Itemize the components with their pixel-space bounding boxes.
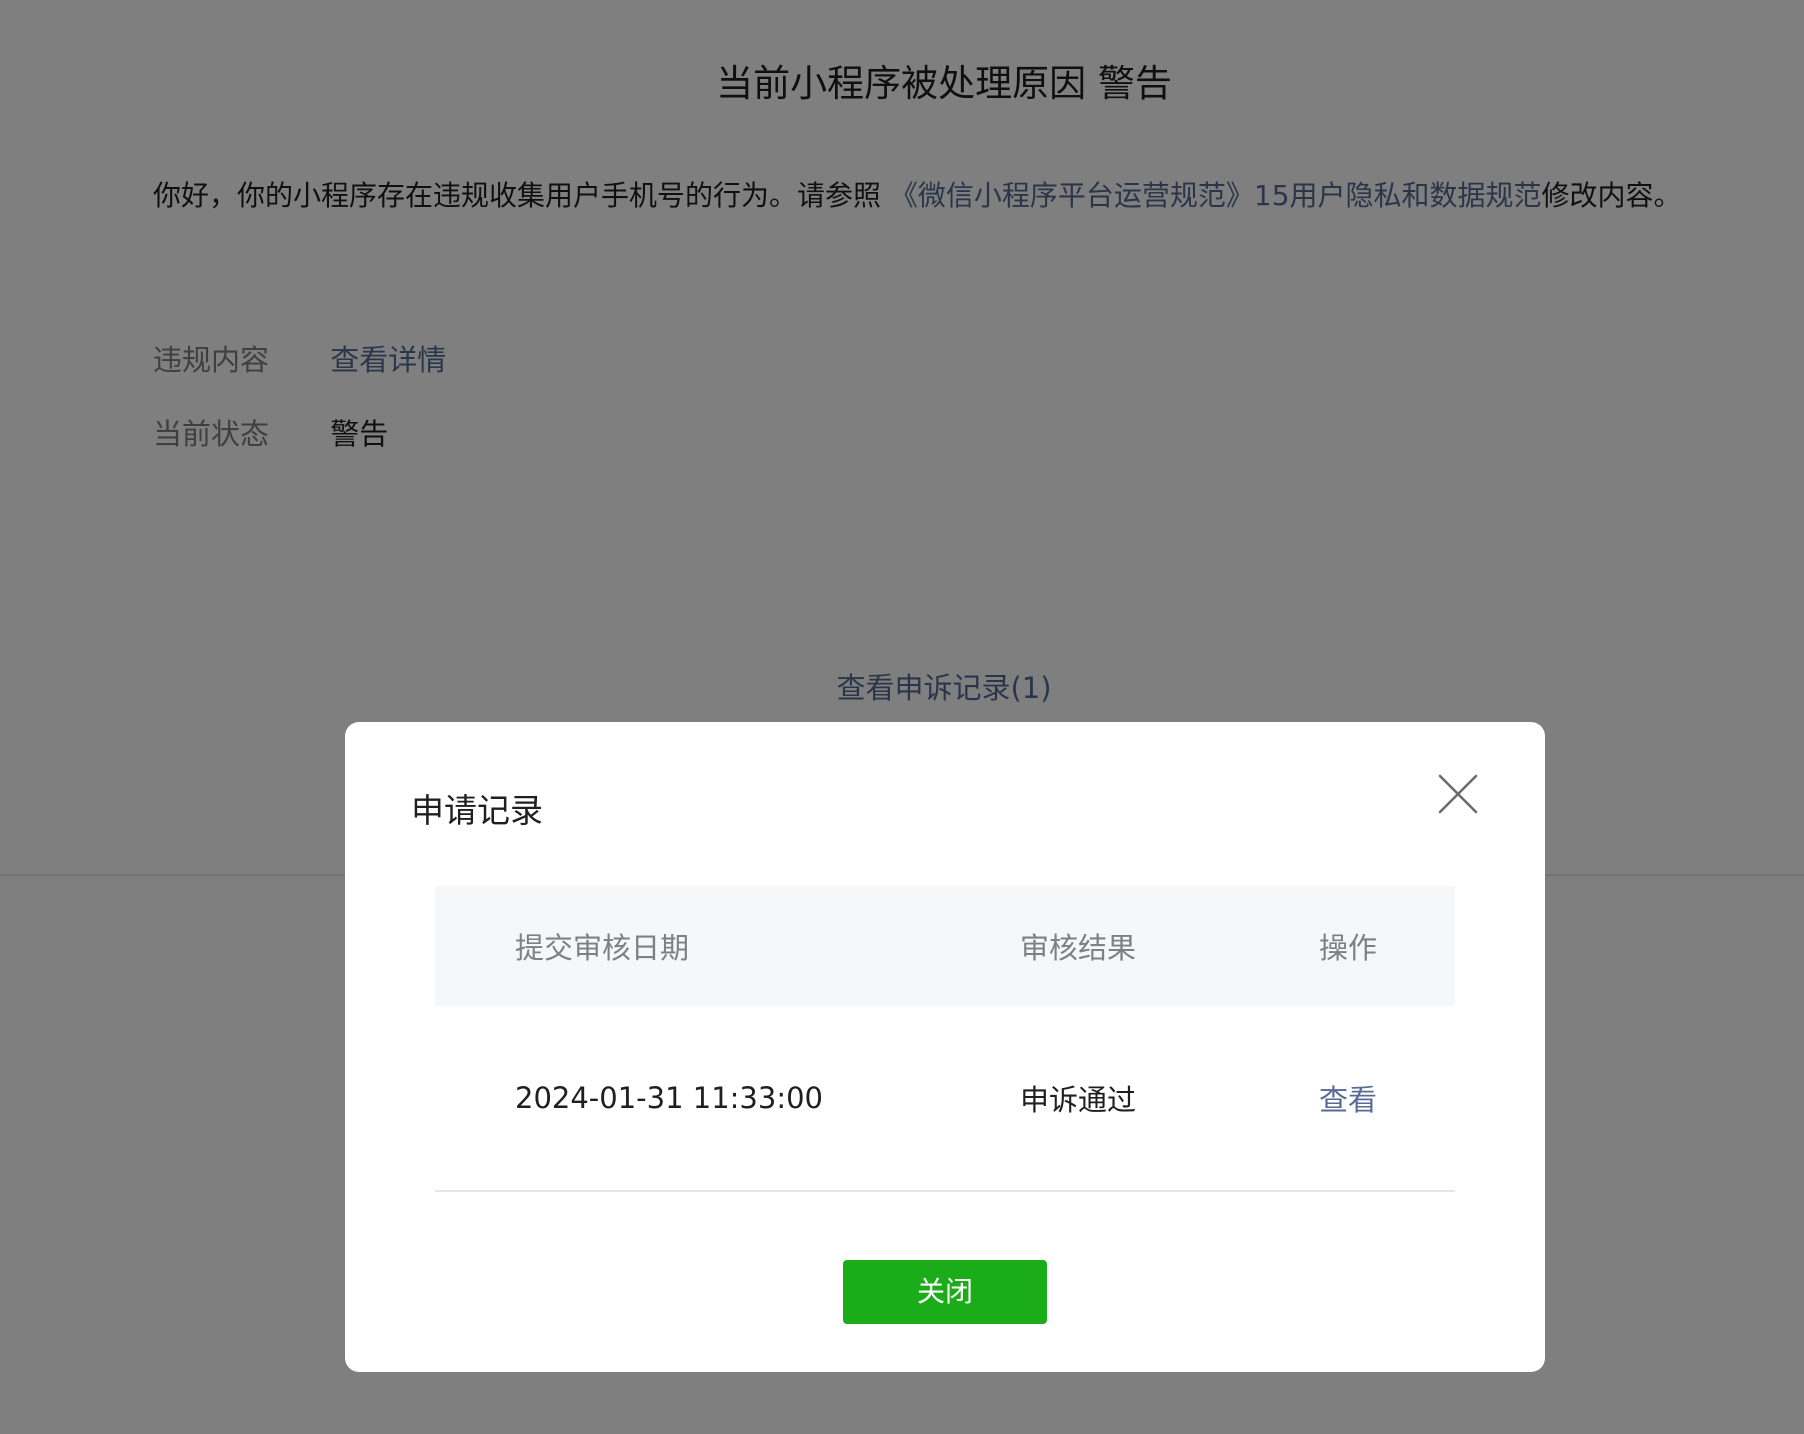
close-icon[interactable] bbox=[1438, 774, 1478, 814]
row-submit-date: 2024-01-31 11:33:00 bbox=[515, 1081, 823, 1115]
table-header: 提交审核日期 审核结果 操作 bbox=[435, 886, 1455, 1006]
table-row: 2024-01-31 11:33:00 申诉通过 查看 bbox=[435, 1006, 1455, 1192]
records-table: 提交审核日期 审核结果 操作 2024-01-31 11:33:00 申诉通过 … bbox=[435, 886, 1455, 1192]
header-submit-date: 提交审核日期 bbox=[515, 931, 690, 965]
application-records-dialog: 申请记录 提交审核日期 审核结果 操作 2024-01-31 11:33:00 … bbox=[345, 722, 1545, 1372]
row-view-link[interactable]: 查看 bbox=[1319, 1006, 1377, 1190]
row-review-result: 申诉通过 bbox=[1020, 1083, 1137, 1117]
close-button[interactable]: 关闭 bbox=[843, 1260, 1047, 1324]
dialog-title: 申请记录 bbox=[411, 791, 543, 830]
header-review-result: 审核结果 bbox=[1020, 931, 1137, 965]
header-action: 操作 bbox=[1319, 931, 1378, 965]
